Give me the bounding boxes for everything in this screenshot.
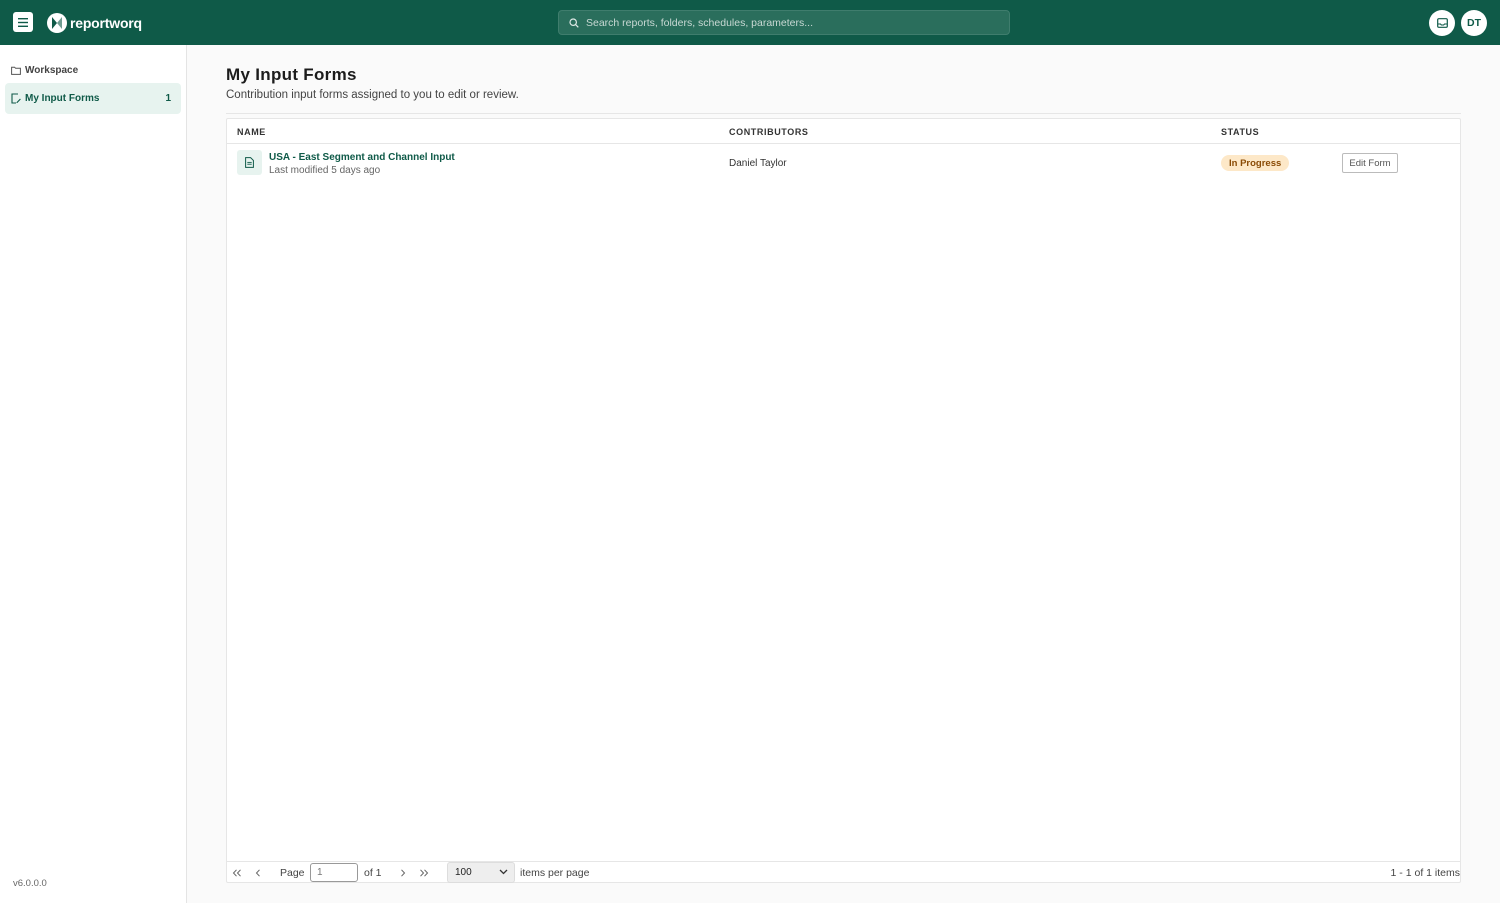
chevron-left-icon [255, 869, 260, 877]
page-size-value: 100 [455, 867, 472, 878]
column-header-contributors[interactable]: CONTRIBUTORS [729, 127, 809, 137]
user-initials: DT [1467, 17, 1481, 29]
double-chevron-right-icon [420, 869, 429, 877]
form-icon-container [237, 150, 262, 175]
form-name-link[interactable]: USA - East Segment and Channel Input [269, 152, 455, 163]
sidebar-item-label: My Input Forms [25, 93, 100, 104]
previous-page-button[interactable] [251, 866, 265, 880]
inbox-icon [1436, 18, 1448, 28]
inbox-button[interactable] [1429, 10, 1455, 36]
table-header: NAME CONTRIBUTORS STATUS [227, 119, 1460, 144]
app-logo[interactable]: reportworq [46, 12, 142, 34]
column-header-status[interactable]: STATUS [1221, 127, 1259, 137]
form-last-modified: Last modified 5 days ago [269, 165, 381, 176]
chevron-down-icon [499, 869, 508, 875]
double-chevron-left-icon [232, 869, 241, 877]
first-page-button[interactable] [230, 866, 244, 880]
reportworq-logo-icon [47, 13, 67, 33]
chevron-right-icon [401, 869, 406, 877]
table-row[interactable]: USA - East Segment and Channel Input Las… [227, 144, 1460, 183]
form-contributors: Daniel Taylor [729, 158, 787, 169]
edit-form-button[interactable]: Edit Form [1342, 153, 1398, 173]
top-bar: reportworq DT [0, 0, 1500, 45]
page-label: Page [280, 867, 305, 879]
main-content: My Input Forms Contribution input forms … [187, 45, 1500, 903]
user-avatar-button[interactable]: DT [1461, 10, 1487, 36]
app-version: v6.0.0.0 [13, 878, 47, 889]
hamburger-menu-button[interactable] [13, 12, 33, 32]
divider [226, 113, 1461, 114]
sidebar-section-workspace[interactable]: Workspace [11, 65, 78, 76]
sidebar-section-label: Workspace [25, 65, 79, 76]
edit-document-icon [11, 93, 21, 104]
page-number-input[interactable] [310, 863, 358, 882]
folder-icon [11, 66, 21, 75]
column-header-name[interactable]: NAME [237, 127, 266, 137]
sidebar-item-my-input-forms[interactable]: My Input Forms 1 [5, 83, 181, 114]
page-count-label: of 1 [364, 867, 382, 879]
last-page-button[interactable] [417, 866, 431, 880]
page-subtitle: Contribution input forms assigned to you… [226, 89, 519, 101]
next-page-button[interactable] [396, 866, 410, 880]
pagination-bar: Page of 1 100 items per page 1 - 1 of 1 … [227, 861, 1460, 884]
sidebar-item-count: 1 [165, 93, 171, 104]
search-input[interactable] [586, 16, 986, 29]
page-title: My Input Forms [226, 65, 357, 84]
status-badge: In Progress [1221, 155, 1290, 171]
items-per-page-label: items per page [520, 867, 590, 879]
search-bar[interactable] [558, 10, 1010, 35]
page-size-select[interactable]: 100 [447, 862, 515, 883]
sidebar: Workspace My Input Forms 1 v6.0.0.0 [0, 45, 187, 903]
app-name: reportworq [70, 15, 142, 31]
hamburger-icon [18, 17, 28, 27]
document-icon [245, 157, 254, 168]
forms-table: NAME CONTRIBUTORS STATUS USA - East Segm… [226, 118, 1461, 883]
pagination-total: 1 - 1 of 1 items [1390, 867, 1460, 879]
search-icon [569, 17, 579, 28]
